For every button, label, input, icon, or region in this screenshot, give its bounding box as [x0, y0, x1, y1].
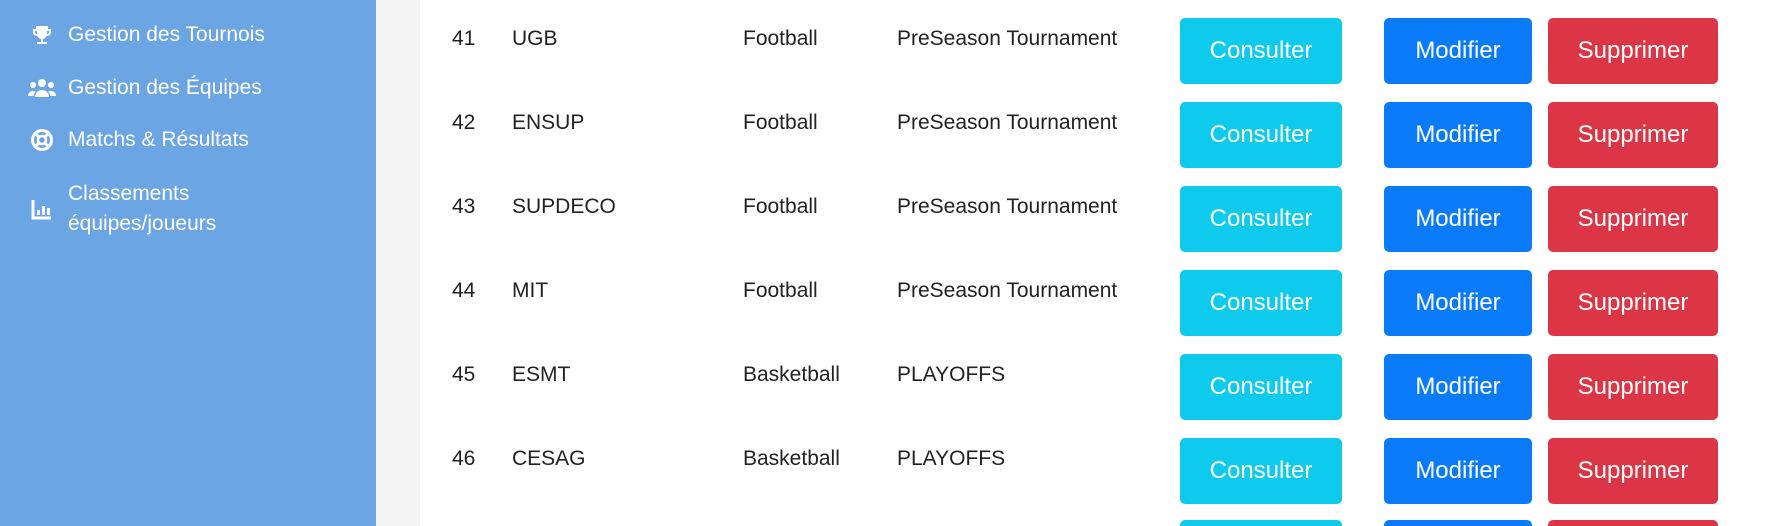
team-tournament: PreSeason Tournament	[897, 195, 1118, 218]
users-icon	[28, 73, 56, 103]
delete-button[interactable]: Supprimer	[1548, 354, 1718, 420]
team-id: 46	[452, 447, 476, 470]
team-tournament: PreSeason Tournament	[897, 27, 1118, 50]
consult-button[interactable]	[1180, 520, 1342, 526]
edit-button[interactable]: Modifier	[1384, 270, 1532, 336]
edit-button[interactable]: Modifier	[1384, 102, 1532, 168]
team-id: 43	[452, 195, 476, 218]
edit-button[interactable]: Modifier	[1384, 354, 1532, 420]
team-id: 44	[452, 279, 476, 302]
edit-button[interactable]: Modifier	[1384, 438, 1532, 504]
team-sport: Football	[743, 279, 818, 302]
table-row: 41 UGB Football PreSeason Tournament Con…	[420, 0, 1778, 84]
team-tournament: PreSeason Tournament	[897, 111, 1118, 134]
table-row: 42 ENSUP Football PreSeason Tournament C…	[420, 84, 1778, 168]
team-sport: Basketball	[743, 363, 840, 386]
table-row: 44 MIT Football PreSeason Tournament Con…	[420, 252, 1778, 336]
sidebar: Gestion des Tournois Gestion des Équipes…	[0, 0, 376, 526]
delete-button[interactable]: Supprimer	[1548, 186, 1718, 252]
delete-button[interactable]: Supprimer	[1548, 270, 1718, 336]
sidebar-item-equipes[interactable]: Gestion des Équipes	[28, 73, 262, 103]
edit-button[interactable]	[1384, 520, 1532, 526]
sidebar-item-tournois[interactable]: Gestion des Tournois	[28, 20, 265, 50]
team-name: UGB	[512, 27, 558, 50]
table-row	[420, 520, 1778, 526]
team-sport: Football	[743, 195, 818, 218]
team-sport: Football	[743, 27, 818, 50]
consult-button[interactable]: Consulter	[1180, 438, 1342, 504]
edit-button[interactable]: Modifier	[1384, 18, 1532, 84]
team-name: ESMT	[512, 363, 571, 386]
table-row: 43 SUPDECO Football PreSeason Tournament…	[420, 168, 1778, 252]
consult-button[interactable]: Consulter	[1180, 102, 1342, 168]
teams-table: 41 UGB Football PreSeason Tournament Con…	[420, 0, 1778, 526]
team-sport: Football	[743, 111, 818, 134]
team-id: 45	[452, 363, 476, 386]
team-id: 41	[452, 27, 476, 50]
sidebar-item-label: Gestion des Équipes	[68, 76, 262, 99]
consult-button[interactable]: Consulter	[1180, 270, 1342, 336]
sidebar-item-label: Matchs & Résultats	[68, 128, 249, 151]
delete-button[interactable]: Supprimer	[1548, 102, 1718, 168]
team-id: 42	[452, 111, 476, 134]
team-tournament: PreSeason Tournament	[897, 279, 1118, 302]
team-name: SUPDECO	[512, 195, 616, 218]
team-name: ENSUP	[512, 111, 585, 134]
delete-button[interactable]: Supprimer	[1548, 438, 1718, 504]
team-name: CESAG	[512, 447, 586, 470]
edit-button[interactable]: Modifier	[1384, 186, 1532, 252]
sidebar-item-classements[interactable]: Classements équipes/joueurs	[28, 179, 318, 239]
consult-button[interactable]: Consulter	[1180, 354, 1342, 420]
lifebuoy-icon	[28, 125, 56, 155]
bar-chart-icon	[28, 194, 56, 224]
table-row: 45 ESMT Basketball PLAYOFFS Consulter Mo…	[420, 336, 1778, 420]
table-row: 46 CESAG Basketball PLAYOFFS Consulter M…	[420, 420, 1778, 504]
delete-button[interactable]	[1548, 520, 1718, 526]
consult-button[interactable]: Consulter	[1180, 18, 1342, 84]
sidebar-item-matchs[interactable]: Matchs & Résultats	[28, 125, 249, 155]
delete-button[interactable]: Supprimer	[1548, 18, 1718, 84]
trophy-icon	[28, 20, 56, 50]
team-name: MIT	[512, 279, 549, 302]
team-sport: Basketball	[743, 447, 840, 470]
team-tournament: PLAYOFFS	[897, 363, 1006, 386]
consult-button[interactable]: Consulter	[1180, 186, 1342, 252]
content-background	[376, 0, 420, 526]
team-tournament: PLAYOFFS	[897, 447, 1006, 470]
sidebar-item-label: Classements équipes/joueurs	[68, 182, 217, 235]
sidebar-item-label: Gestion des Tournois	[68, 23, 265, 46]
